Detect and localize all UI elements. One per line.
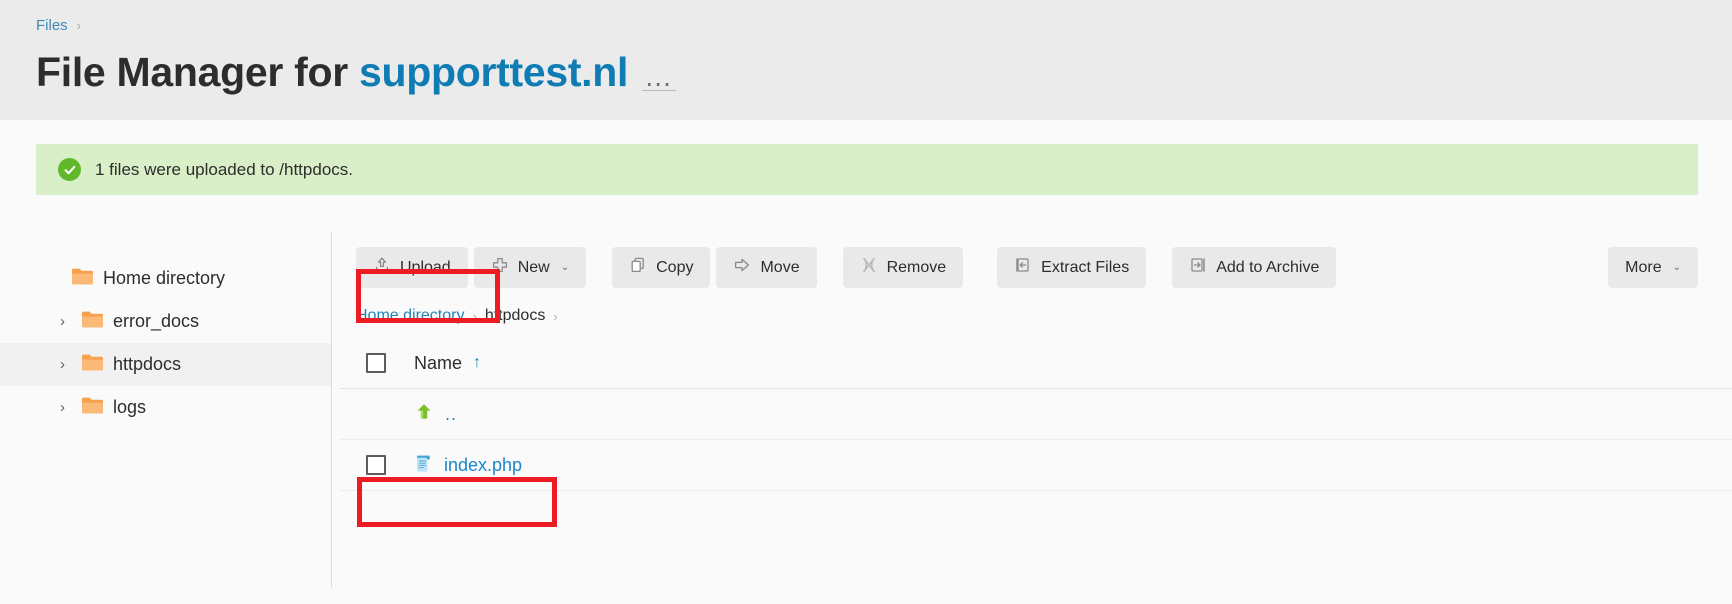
copy-button[interactable]: Copy [612,247,711,288]
plus-icon [491,256,509,279]
index-php-row[interactable]: index.php [340,440,1732,491]
remove-x-icon [860,256,878,279]
archive-icon [1189,256,1207,279]
path-crumb-httpdocs[interactable]: httpdocs [485,307,545,325]
folder-icon [82,397,103,419]
sidebar-item-logs[interactable]: › logs [0,386,331,429]
extract-files-button-label: Extract Files [1041,258,1130,276]
breadcrumb: Files › [36,14,1732,36]
add-to-archive-button[interactable]: Add to Archive [1172,247,1337,288]
remove-button[interactable]: Remove [842,247,964,288]
folder-icon [82,354,103,376]
page-header: Files › File Manager for supporttest.nl … [0,0,1732,120]
folder-icon [72,268,93,290]
check-circle-icon [58,158,81,181]
page-title-prefix: File Manager for [36,49,348,95]
column-header-name[interactable]: Name ↑ [414,353,481,374]
new-button-label: New [517,258,550,276]
alert-zone: 1 files were uploaded to /httpdocs. [0,120,1732,195]
sidebar-item-error-docs[interactable]: › error_docs [0,300,331,343]
directory-tree-sidebar: Home directory › error_docs › httpdocs ›… [0,232,332,588]
folder-icon [82,311,103,333]
copy-button-label: Copy [656,258,694,276]
new-button[interactable]: New ⌄ [473,247,587,288]
page-title: File Manager for supporttest.nl [36,49,628,96]
move-arrow-icon [733,256,751,279]
sort-ascending-icon: ↑ [473,354,482,371]
file-name-cell: index.php [414,453,522,478]
extract-icon [1014,256,1032,279]
row-checkbox-cell [356,455,414,475]
add-to-archive-button-label: Add to Archive [1216,258,1320,276]
parent-directory-cell: .. [414,402,457,427]
breadcrumb-item-files[interactable]: Files [36,17,68,34]
success-alert: 1 files were uploaded to /httpdocs. [36,144,1698,195]
chevron-down-icon: ⌄ [1672,262,1681,273]
chevron-down-icon: ⌄ [560,262,570,273]
path-breadcrumb: Home directory › httpdocs › [356,307,1732,325]
table-row[interactable]: .. [340,389,1732,440]
sidebar-item-label: error_docs [113,311,200,331]
parent-directory-link[interactable]: .. [445,404,457,425]
column-header-name-label: Name [414,352,463,373]
upload-button-label: Upload [400,258,451,276]
copy-icon [629,256,647,279]
sidebar-item-label: Home directory [103,268,226,288]
sidebar-item-label: httpdocs [113,354,182,374]
path-crumb-home-directory[interactable]: Home directory [356,307,464,325]
file-manager-main: Upload New ⌄ Copy Move Remove Extract Fi… [332,232,1732,588]
row-checkbox[interactable] [366,455,386,475]
tree-caret-httpdocs[interactable]: › [60,357,72,372]
sidebar-item-httpdocs[interactable]: › httpdocs [0,343,331,386]
more-button[interactable]: More ⌄ [1608,247,1698,288]
remove-button-label: Remove [886,258,947,276]
chevron-right-icon: › [553,308,558,324]
page-title-row: File Manager for supporttest.nl … [36,49,1732,96]
title-more-ellipsis-icon[interactable]: … [642,63,677,91]
tree-caret-error-docs[interactable]: › [60,314,72,329]
file-list-table: Name ↑ .. index.php [340,338,1732,491]
page-title-domain[interactable]: supporttest.nl [359,49,628,95]
move-button[interactable]: Move [716,247,817,288]
upload-icon [373,256,391,279]
alert-message: 1 files were uploaded to /httpdocs. [95,159,353,179]
select-all-cell [356,353,414,373]
file-toolbar: Upload New ⌄ Copy Move Remove Extract Fi… [340,247,1732,288]
file-manager-body: Home directory › error_docs › httpdocs ›… [0,232,1732,588]
php-file-icon [414,453,433,478]
tree-caret-logs[interactable]: › [60,400,72,415]
sidebar-item-label: logs [113,397,147,417]
select-all-checkbox[interactable] [366,353,386,373]
extract-files-button[interactable]: Extract Files [997,247,1147,288]
sidebar-item-home-directory[interactable]: Home directory [0,257,331,300]
table-header-row: Name ↑ [340,338,1732,389]
more-button-label: More [1625,258,1662,276]
up-directory-icon [414,402,434,427]
file-name-link[interactable]: index.php [444,455,522,476]
chevron-right-icon: › [472,308,477,324]
upload-button[interactable]: Upload [356,247,468,288]
chevron-right-icon: › [76,17,82,33]
move-button-label: Move [760,258,800,276]
